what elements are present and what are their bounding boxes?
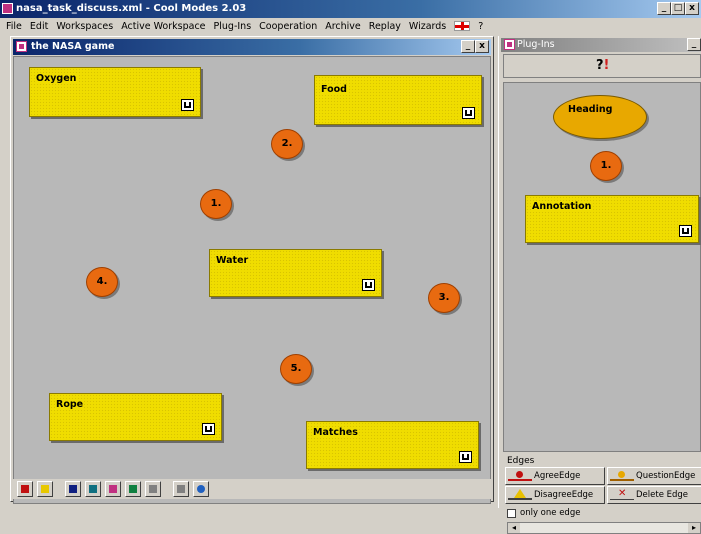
menu-wizards[interactable]: Wizards — [405, 21, 450, 32]
disagree-edge-icon — [508, 488, 532, 500]
plugin-window-titlebar[interactable]: Plug-Ins _ — [501, 38, 701, 52]
menu-active-workspace[interactable]: Active Workspace — [117, 21, 209, 32]
card-water[interactable]: Water — [209, 249, 382, 297]
delete-edge-icon — [610, 487, 634, 502]
maximize-button[interactable]: □ — [671, 2, 685, 15]
question-edge-button[interactable]: QuestionEdge — [607, 467, 701, 485]
chart-icon[interactable] — [125, 481, 141, 497]
workspace-canvas[interactable]: Oxygen Food Water Rope Matches 2. 1. 4. … — [13, 56, 491, 504]
game-minimize-button[interactable]: _ — [461, 40, 475, 53]
card-label: Matches — [312, 427, 359, 438]
pointer-icon[interactable] — [37, 481, 53, 497]
plugin-window: Plug-Ins _ ?! Heading 1. Annotation Edge… — [498, 36, 701, 534]
expand-icon[interactable] — [462, 107, 475, 119]
card-matches[interactable]: Matches — [306, 421, 479, 469]
card-rope[interactable]: Rope — [49, 393, 222, 441]
menu-file[interactable]: File — [2, 21, 26, 32]
card-label: Water — [215, 255, 250, 266]
menu-cooperation[interactable]: Cooperation — [255, 21, 321, 32]
workspace-toolbar — [13, 479, 491, 499]
card-label: Rope — [55, 399, 85, 410]
game-window-titlebar[interactable]: the NASA game _ x — [13, 39, 491, 55]
expand-icon[interactable] — [459, 451, 472, 463]
only-one-edge-option[interactable]: only one edge — [507, 508, 580, 518]
discussion-plugin-icon[interactable]: ?! — [596, 58, 614, 74]
card-label: Annotation — [531, 201, 593, 212]
language-flag-icon[interactable] — [454, 21, 471, 31]
expand-icon[interactable] — [679, 225, 692, 237]
disagree-edge-button[interactable]: DisagreeEdge — [505, 486, 605, 504]
scroll-left-icon[interactable]: ◂ — [508, 523, 520, 533]
expand-icon[interactable] — [181, 99, 194, 111]
rank-marker[interactable]: 3. — [428, 283, 460, 313]
plugin-window-controls: _ — [687, 38, 701, 51]
frame-icon — [16, 41, 27, 52]
menubar: File Edit Workspaces Active Workspace Pl… — [0, 18, 701, 34]
app-title: nasa_task_discuss.xml - Cool Modes 2.03 — [16, 3, 247, 14]
palette-heading[interactable]: Heading — [553, 95, 647, 139]
pen-icon[interactable] — [145, 481, 161, 497]
card-food[interactable]: Food — [314, 75, 482, 125]
menu-archive[interactable]: Archive — [321, 21, 365, 32]
menu-plug-ins[interactable]: Plug-Ins — [210, 21, 256, 32]
rank-marker[interactable]: 4. — [86, 267, 118, 297]
list-icon[interactable] — [173, 481, 189, 497]
only-one-edge-checkbox[interactable] — [507, 508, 516, 518]
plugin-minimize-button[interactable]: _ — [687, 38, 701, 51]
card-label: Food — [320, 84, 348, 95]
palette-annotation[interactable]: Annotation — [525, 195, 699, 243]
palette-horizontal-scrollbar[interactable]: ◂ ▸ — [507, 522, 701, 534]
frame-icon — [504, 39, 515, 50]
agree-edge-button[interactable]: AgreeEdge — [505, 467, 605, 485]
game-window: the NASA game _ x Oxygen Food Water Rope… — [10, 36, 494, 504]
menu-workspaces[interactable]: Workspaces — [52, 21, 117, 32]
app-window-controls: _ □ x — [657, 2, 699, 15]
palette-rank-marker[interactable]: 1. — [590, 151, 622, 181]
app-icon — [2, 3, 13, 14]
menu-help[interactable]: ? — [474, 21, 487, 32]
globe-icon[interactable] — [193, 481, 209, 497]
scroll-right-icon[interactable]: ▸ — [688, 523, 700, 533]
game-close-button[interactable]: x — [475, 40, 489, 53]
edges-title: Edges — [507, 456, 535, 466]
agree-edge-icon — [508, 470, 532, 481]
menu-replay[interactable]: Replay — [365, 21, 405, 32]
plugin-window-title: Plug-Ins — [517, 39, 555, 50]
rank-marker[interactable]: 5. — [280, 354, 312, 384]
card-oxygen[interactable]: Oxygen — [29, 67, 201, 117]
rank-marker[interactable]: 1. — [200, 189, 232, 219]
expand-icon[interactable] — [362, 279, 375, 291]
edges-panel: Edges AgreeEdge QuestionEdge DisagreeEdg… — [503, 456, 701, 534]
menu-edit[interactable]: Edit — [26, 21, 52, 32]
app-titlebar: nasa_task_discuss.xml - Cool Modes 2.03 … — [0, 0, 701, 18]
heading-label: Heading — [568, 104, 613, 115]
layout-icon[interactable] — [85, 481, 101, 497]
card-label: Oxygen — [35, 73, 78, 84]
plugin-tabs: ?! — [503, 54, 701, 78]
close-button[interactable]: x — [685, 2, 699, 15]
rank-marker[interactable]: 2. — [271, 129, 303, 159]
minimize-button[interactable]: _ — [657, 2, 671, 15]
graph-icon[interactable] — [65, 481, 81, 497]
expand-icon[interactable] — [202, 423, 215, 435]
question-edge-icon — [610, 470, 634, 481]
palette-canvas[interactable]: Heading 1. Annotation — [503, 82, 701, 452]
frame-icon-button[interactable] — [105, 481, 121, 497]
game-window-title: the NASA game — [31, 41, 115, 52]
delete-edge-button[interactable]: Delete Edge — [607, 486, 701, 504]
game-window-controls: _ x — [461, 40, 489, 53]
book-icon[interactable] — [17, 481, 33, 497]
only-one-edge-label: only one edge — [520, 508, 581, 518]
